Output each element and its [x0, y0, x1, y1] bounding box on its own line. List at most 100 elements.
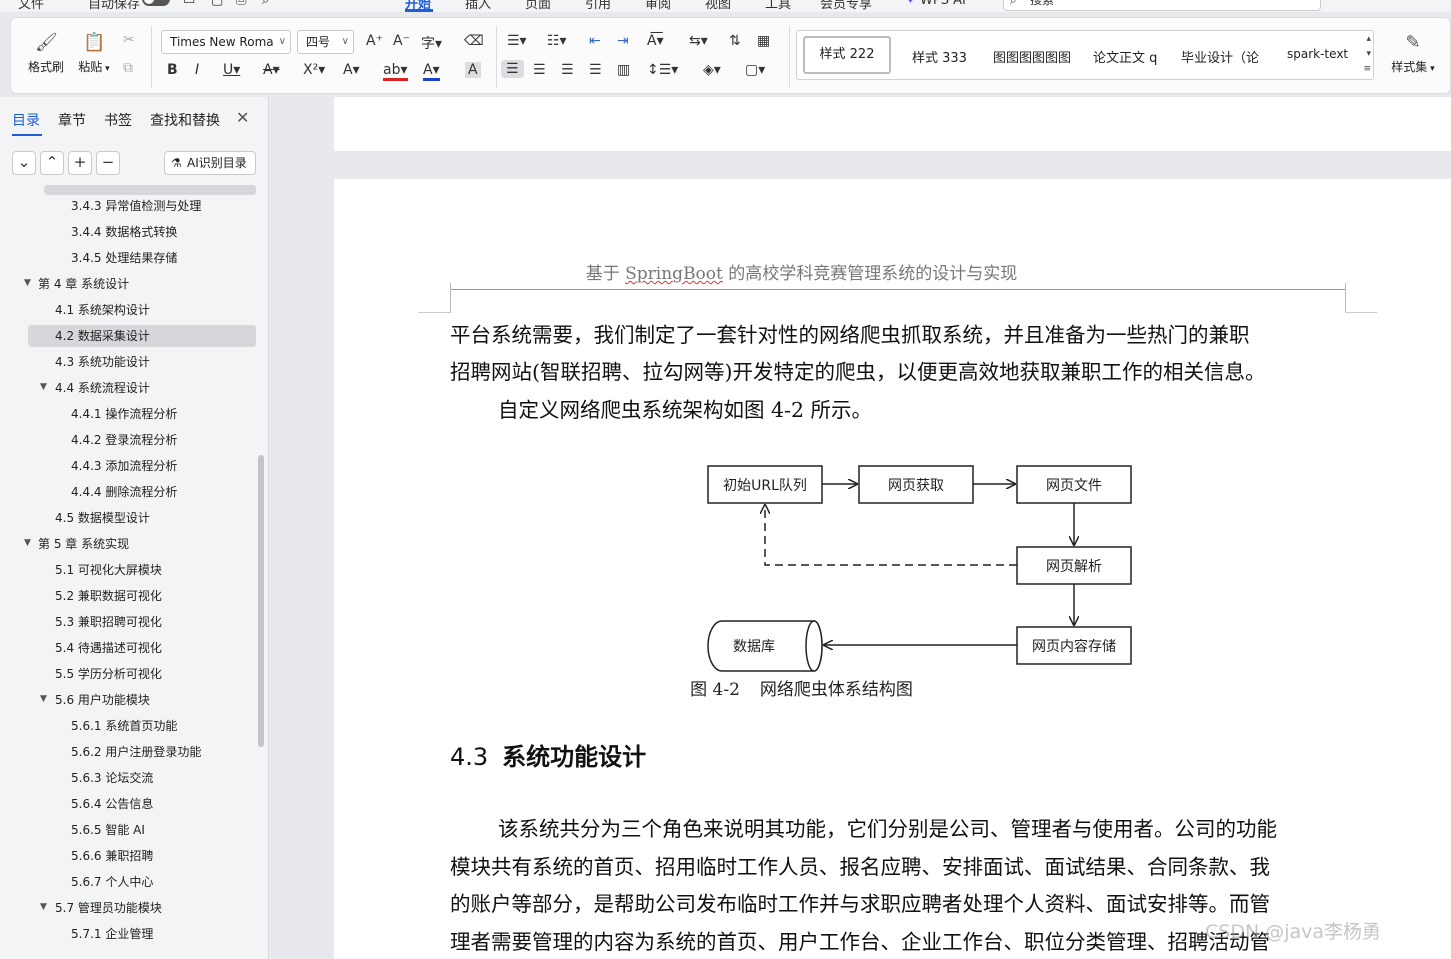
wps-ai-tab[interactable]: ✦ WPS AI	[905, 0, 966, 8]
scrollbar[interactable]	[258, 455, 264, 747]
toc-item[interactable]: 5.1 可视化大屏模块	[55, 559, 162, 581]
tab-toc[interactable]: 目录	[12, 110, 40, 130]
toc-item[interactable]: 4.4.3 添加流程分析	[71, 455, 177, 477]
tab-find-replace[interactable]: 查找和替换	[150, 110, 220, 130]
autosave-toggle[interactable]	[142, 0, 170, 6]
toc-item[interactable]: 4.4.1 操作流程分析	[71, 403, 177, 425]
add-heading-button[interactable]: +	[68, 151, 92, 175]
underline-icon[interactable]: U▾	[223, 62, 240, 78]
tab-review[interactable]: 审阅	[645, 0, 671, 12]
copy-icon[interactable]: ⧉	[123, 60, 133, 76]
toc-item[interactable]: 5.6 用户功能模块	[55, 689, 150, 711]
caret-down-icon[interactable]: ▼	[24, 278, 31, 288]
caret-down-icon[interactable]: ▼	[40, 694, 47, 704]
decrease-indent-icon[interactable]: ⇤	[589, 33, 601, 49]
toc-item[interactable]: 5.4 待遇描述可视化	[55, 637, 162, 659]
toc-item[interactable]: 4.1 系统架构设计	[55, 299, 150, 321]
bullet-list-icon[interactable]: ☰▾	[507, 33, 527, 49]
paste-button[interactable]: 📋 粘贴 ▾	[69, 32, 119, 75]
text-effect-icon[interactable]: A▾	[343, 62, 360, 78]
caret-down-icon[interactable]: ▼	[40, 382, 47, 392]
text-direction-icon[interactable]: A͞▾	[647, 33, 664, 49]
toc-item[interactable]: 5.7.1 企业管理	[71, 923, 153, 945]
bold-icon[interactable]: B	[167, 62, 178, 78]
cut-icon[interactable]: ✂	[123, 32, 135, 48]
toc-item[interactable]: 4.4.2 登录流程分析	[71, 429, 177, 451]
sort-icon[interactable]: ⇅	[729, 33, 741, 49]
close-icon[interactable]: ✕	[236, 108, 249, 127]
collapse-up-button[interactable]: ⌃	[40, 151, 64, 175]
toc-item[interactable]: 5.5 学历分析可视化	[55, 663, 162, 685]
save-icon[interactable]: ▭	[183, 0, 195, 8]
remove-heading-button[interactable]: −	[96, 151, 120, 175]
style-item[interactable]: spark-text	[1287, 47, 1348, 61]
phonetic-guide-icon[interactable]: 字▾	[421, 33, 442, 53]
justify-icon[interactable]: ☰	[589, 62, 602, 78]
toc-item[interactable]: 第 5 章 系统实现	[38, 533, 129, 555]
tab-insert[interactable]: 插入	[465, 0, 491, 12]
line-break-icon[interactable]: ⇆▾	[689, 33, 708, 49]
style-item[interactable]: 图图图图图图	[993, 47, 1071, 66]
align-left-icon[interactable]: ☰	[501, 60, 524, 78]
tab-page[interactable]: 页面	[525, 0, 551, 12]
toc-item[interactable]: 5.6.1 系统首页功能	[71, 715, 177, 737]
toc-item-selected[interactable]: 4.2 数据采集设计	[28, 325, 256, 347]
scroll-up-icon[interactable]: ▴	[1366, 34, 1371, 44]
font-size-select[interactable]: 四号 ∨	[297, 30, 354, 54]
style-item-selected[interactable]: 样式 222	[803, 36, 891, 74]
style-item[interactable]: 样式 333	[912, 47, 967, 66]
line-spacing-icon[interactable]: ↕☰▾	[647, 62, 678, 78]
expand-icon[interactable]: ≡	[1363, 64, 1371, 74]
tab-sections[interactable]: 章节	[58, 110, 86, 130]
toc-item[interactable]: 5.3 兼职招聘可视化	[55, 611, 162, 633]
toc-item[interactable]: 4.4.4 删除流程分析	[71, 481, 177, 503]
tab-membership[interactable]: 会员专享	[820, 0, 872, 12]
print-preview-icon[interactable]: ⌕	[262, 0, 269, 8]
new-doc-icon[interactable]: ▢	[211, 0, 223, 8]
tab-bookmarks[interactable]: 书签	[104, 110, 132, 130]
align-center-icon[interactable]: ☰	[533, 62, 546, 78]
char-shading-icon[interactable]: A	[465, 62, 481, 78]
grow-font-icon[interactable]: A⁺	[366, 33, 383, 49]
font-name-select[interactable]: Times New Roma ∨	[161, 30, 291, 54]
toc-item[interactable]: 4.3 系统功能设计	[55, 351, 150, 373]
increase-indent-icon[interactable]: ⇥	[617, 33, 629, 49]
toc-item[interactable]: 5.6.7 个人中心	[71, 871, 153, 893]
tab-view[interactable]: 视图	[705, 0, 731, 12]
toc-item[interactable]: 4.4 系统流程设计	[55, 377, 150, 399]
border-icon[interactable]: ▢▾	[745, 62, 765, 78]
strikethrough-icon[interactable]: A▾	[263, 62, 280, 78]
collapse-down-button[interactable]: ⌄	[12, 151, 36, 175]
scroll-down-icon[interactable]: ▾	[1366, 49, 1371, 59]
caret-down-icon[interactable]: ▼	[24, 538, 31, 548]
superscript-icon[interactable]: X²▾	[303, 62, 325, 78]
style-set-button[interactable]: ✎ 样式集 ▾	[1385, 32, 1441, 75]
toc-item[interactable]: 5.6.6 兼职招聘	[71, 845, 153, 867]
toc-item-partial[interactable]	[44, 185, 256, 195]
italic-icon[interactable]: I	[195, 62, 199, 78]
highlight-icon[interactable]: ab▾	[383, 62, 408, 81]
font-color-icon[interactable]: A▾	[423, 62, 440, 81]
file-menu[interactable]: 文件	[18, 0, 44, 12]
align-right-icon[interactable]: ☰	[561, 62, 574, 78]
clear-format-icon[interactable]: ⌫	[464, 33, 484, 49]
search-input[interactable]: ⌕ 搜索	[1003, 0, 1321, 11]
toc-item[interactable]: 5.2 兼职数据可视化	[55, 585, 162, 607]
toc-item[interactable]: 3.4.4 数据格式转换	[71, 221, 177, 243]
show-marks-icon[interactable]: ▦	[757, 33, 770, 49]
toc-item[interactable]: 3.4.3 异常值检测与处理	[71, 195, 201, 217]
style-item[interactable]: 毕业设计（论	[1181, 47, 1259, 66]
tab-tools[interactable]: 工具	[765, 0, 791, 12]
format-painter-button[interactable]: 🖌 格式刷	[21, 32, 71, 75]
print-icon[interactable]: ⎙	[236, 0, 246, 8]
toc-item[interactable]: 5.6.2 用户注册登录功能	[71, 741, 201, 763]
distributed-icon[interactable]: ▥	[617, 62, 630, 78]
toc-item[interactable]: 5.6.5 智能 AI	[71, 819, 145, 841]
numbered-list-icon[interactable]: ☷▾	[547, 33, 567, 49]
caret-down-icon[interactable]: ▼	[40, 902, 47, 912]
toc-item[interactable]: 第 4 章 系统设计	[38, 273, 129, 295]
toc-item[interactable]: 5.6.4 公告信息	[71, 793, 153, 815]
tab-references[interactable]: 引用	[585, 0, 611, 12]
shading-icon[interactable]: ◈▾	[703, 62, 721, 78]
toc-item[interactable]: 5.6.3 论坛交流	[71, 767, 153, 789]
